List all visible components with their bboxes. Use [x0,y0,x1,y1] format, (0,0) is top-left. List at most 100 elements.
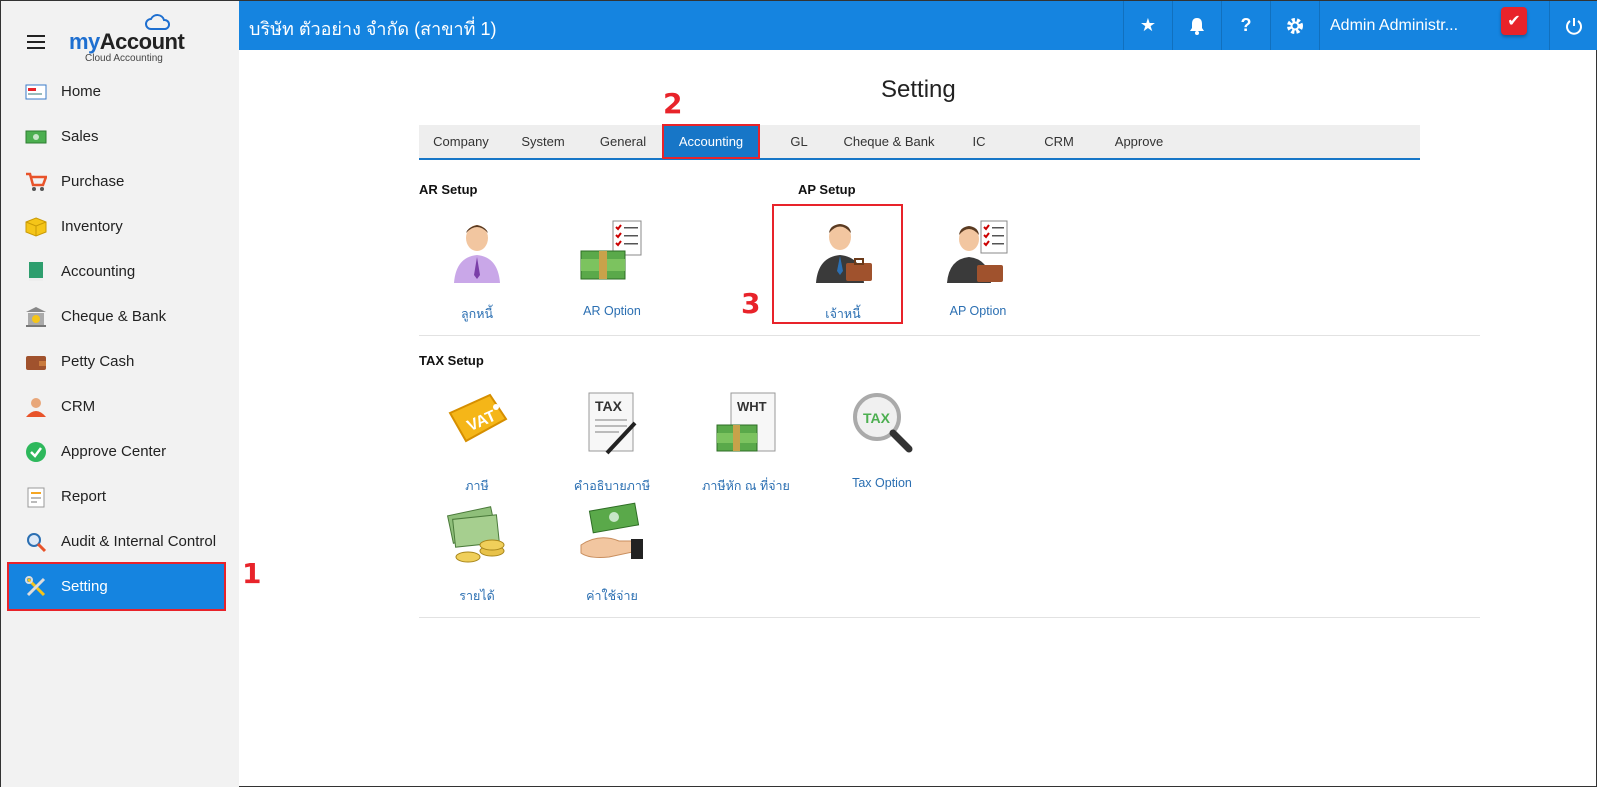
tile-label: ค่าใช้จ่าย [586,589,638,603]
sidebar-item-sales[interactable]: Sales [1,114,239,159]
tab-crm[interactable]: CRM [1019,125,1099,158]
sidebar-item-cheque-bank[interactable]: Cheque & Bank [1,294,239,339]
tab-accounting[interactable]: Accounting [662,124,760,159]
sidebar-item-label: Setting [61,578,108,595]
people-icon [25,396,47,418]
sidebar: myAccount Cloud Accounting Home Sales Pu… [1,1,239,787]
ar-setup-title: AR Setup [419,182,478,197]
sidebar-item-purchase[interactable]: Purchase [1,159,239,204]
power-icon [1566,17,1582,35]
sidebar-item-petty-cash[interactable]: Petty Cash [1,339,239,384]
user-name: Admin Administr... [1330,16,1459,34]
money-coins-icon [446,506,505,563]
logout-button[interactable] [1549,1,1597,50]
tab-cheque-bank[interactable]: Cheque & Bank [839,125,939,158]
favorites-button[interactable]: ★ [1123,1,1172,50]
sidebar-item-label: Cheque & Bank [61,308,167,325]
wallet-icon [25,351,47,373]
section-divider [419,335,1480,336]
tab-ic[interactable]: IC [939,125,1019,158]
tile-tax[interactable]: VAT ภาษี [422,391,532,496]
help-icon: ? [1240,15,1252,35]
sidebar-item-label: Approve Center [61,443,167,460]
tax-magnifier-icon: TAX [853,393,913,453]
tile-label: ลูกหนี้ [460,307,493,321]
tile-label: รายได้ [459,589,495,603]
tile-label: ภาษีหัก ณ ที่จ่าย [702,479,790,493]
svg-text:TAX: TAX [595,398,623,414]
section-divider [419,617,1480,618]
tile-tax-option[interactable]: TAX Tax Option [827,391,937,490]
book-icon [25,261,47,283]
sidebar-item-label: Accounting [61,263,136,280]
tab-general[interactable]: General [583,125,663,158]
report-icon [25,486,47,508]
ap-setup-title: AP Setup [798,182,856,197]
businessman-checklist-icon [947,220,1008,283]
brand-tagline: Cloud Accounting [85,53,163,64]
sidebar-item-label: Home [61,83,102,100]
tile-label: Tax Option [852,476,912,490]
header-actions: ★ ? Admin Administr... ✔ [1123,1,1597,50]
sidebar-item-crm[interactable]: CRM [1,384,239,429]
company-title: บริษัท ตัวอย่าง จำกัด (สาขาที่ 1) [249,19,497,39]
sidebar-item-label: Sales [61,128,99,145]
tile-income[interactable]: รายได้ [422,501,532,606]
svg-text:WHT: WHT [737,399,767,414]
tab-gl[interactable]: GL [759,125,839,158]
businessman-briefcase-icon [816,224,872,283]
sidebar-item-accounting[interactable]: Accounting [1,249,239,294]
app-logo[interactable]: myAccount Cloud Accounting [67,11,187,65]
home-icon [25,81,47,103]
tab-system[interactable]: System [503,125,583,158]
sidebar-item-approve-center[interactable]: Approve Center [1,429,239,474]
tile-label: AR Option [583,304,641,318]
page-title: Setting [881,76,956,103]
sidebar-item-label: Report [61,488,107,505]
tile-label: ภาษี [465,479,489,493]
sidebar-header: myAccount Cloud Accounting [1,1,239,69]
money-checklist-icon [580,220,642,280]
notifications-button[interactable] [1172,1,1221,50]
sidebar-item-inventory[interactable]: Inventory [1,204,239,249]
step-annotation-2: 2 [663,87,683,120]
tile-tax-description[interactable]: TAX คำอธิบายภาษี [557,391,667,496]
user-avatar: ✔ [1501,7,1527,35]
box-icon [25,216,47,238]
tile-label: เจ้าหนี้ [825,307,861,321]
user-menu[interactable]: Admin Administr... ✔ [1319,1,1549,50]
gear-icon [1287,17,1303,34]
bell-icon [1190,17,1204,35]
hamburger-menu-icon[interactable] [27,35,45,49]
cash-icon [25,126,47,148]
sidebar-item-home[interactable]: Home [1,69,239,114]
svg-text:TAX: TAX [863,410,891,426]
sidebar-item-setting[interactable]: Setting [7,562,226,611]
customer-person-icon [454,225,500,283]
tile-ap-option[interactable]: AP Option [923,219,1033,318]
tab-company[interactable]: Company [419,125,503,158]
tile-debtor[interactable]: ลูกหนี้ [422,219,532,324]
tile-label: คำอธิบายภาษี [573,479,651,493]
tile-withholding-tax[interactable]: WHT ภาษีหัก ณ ที่จ่าย [691,391,801,496]
tax-document-pen-icon: TAX [588,392,637,455]
help-button[interactable]: ? [1221,1,1270,50]
sidebar-item-label: Inventory [61,218,123,235]
sidebar-item-label: Audit & Internal Control [61,533,217,550]
sidebar-item-audit[interactable]: Audit & Internal Control [1,519,239,564]
tile-ar-option[interactable]: AR Option [557,219,667,318]
settings-tabs: Company System General Accounting GL Che… [419,124,1420,160]
tile-creditor[interactable]: เจ้าหนี้ [788,219,898,324]
magnifier-icon [25,531,47,553]
star-icon: ★ [1139,15,1157,35]
wht-document-money-icon: WHT [716,392,776,452]
vat-tag-icon: VAT [448,393,508,443]
sidebar-item-label: Purchase [61,173,125,190]
top-header: บริษัท ตัวอย่าง จำกัด (สาขาที่ 1) ★ ? Ad… [239,1,1597,50]
tab-approve[interactable]: Approve [1099,125,1179,158]
sidebar-menu: Home Sales Purchase Inventory Accounting… [1,69,239,611]
sidebar-item-report[interactable]: Report [1,474,239,519]
tile-expense[interactable]: ค่าใช้จ่าย [557,501,667,606]
check-circle-icon [25,441,47,463]
settings-button[interactable] [1270,1,1319,50]
